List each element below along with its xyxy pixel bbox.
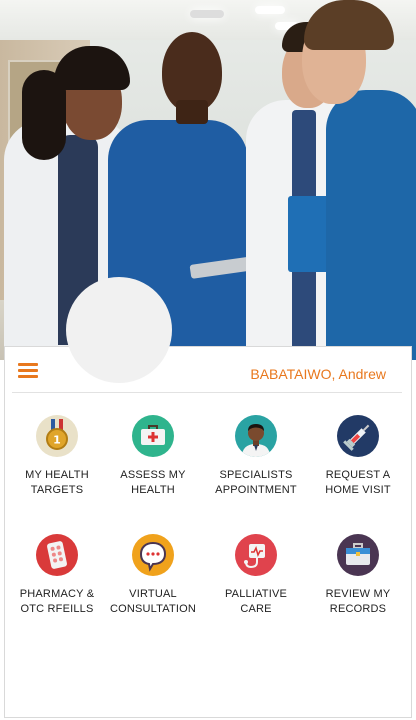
syringe-icon — [337, 415, 379, 457]
tile-label-line1: MY HEALTH — [25, 469, 89, 481]
user-name: BABATAIWO, Andrew — [250, 366, 386, 382]
tile-assess-my-health[interactable]: ASSESS MY HEALTH — [101, 415, 205, 498]
tile-label-line2: APPOINTMENT — [215, 484, 297, 496]
app-screen: BABATAIWO, Andrew 1 MY HEALTH TARGETS AS… — [0, 0, 416, 720]
tile-label-line2: CONSULTATION — [109, 603, 197, 615]
tile-review-my-records[interactable]: REVIEW MY RECORDS — [306, 534, 410, 617]
briefcase-icon — [337, 534, 379, 576]
tile-palliative-care[interactable]: PALLIATIVE CARE — [204, 534, 308, 617]
tile-label-line2: TARGETS — [30, 484, 84, 496]
tile-label-line2: HEALTH — [131, 484, 175, 496]
doctor-icon — [235, 415, 277, 457]
header-divider — [12, 392, 402, 393]
avatar[interactable] — [66, 277, 172, 383]
tile-request-home-visit[interactable]: REQUEST A HOME VISIT — [306, 415, 410, 498]
first-aid-kit-icon — [132, 415, 174, 457]
pills-icon — [36, 534, 78, 576]
tile-label-line1: ASSESS MY — [120, 469, 186, 481]
tile-label-line1: REVIEW MY — [325, 588, 391, 600]
dashboard-card — [4, 346, 412, 718]
svg-text:1: 1 — [53, 434, 61, 447]
chat-bubble-icon — [132, 534, 174, 576]
tile-pharmacy-otc-refills[interactable]: PHARMACY & OTC RFEILLS — [5, 534, 109, 617]
tile-label-line1: REQUEST A — [325, 469, 391, 481]
hero-image-doctors — [0, 0, 416, 360]
medal-icon: 1 — [36, 415, 78, 457]
tile-label-line2: RECORDS — [329, 603, 387, 615]
tile-label-line2: HOME VISIT — [325, 484, 391, 496]
tile-virtual-consultation[interactable]: VIRTUAL CONSULTATION — [101, 534, 205, 617]
tile-label-line1: SPECIALISTS — [219, 469, 293, 481]
tile-label-line1: PALLIATIVE — [224, 588, 288, 600]
tile-my-health-targets[interactable]: 1 MY HEALTH TARGETS — [5, 415, 109, 498]
tile-specialists-appointment[interactable]: SPECIALISTS APPOINTMENT — [204, 415, 308, 498]
heart-monitor-icon — [235, 534, 277, 576]
tile-label-line1: VIRTUAL — [129, 588, 177, 600]
tile-label-line2: CARE — [240, 603, 272, 615]
tile-label-line1: PHARMACY & — [19, 588, 95, 600]
hamburger-menu-icon[interactable] — [18, 363, 38, 379]
tile-label-line2: OTC RFEILLS — [20, 603, 94, 615]
